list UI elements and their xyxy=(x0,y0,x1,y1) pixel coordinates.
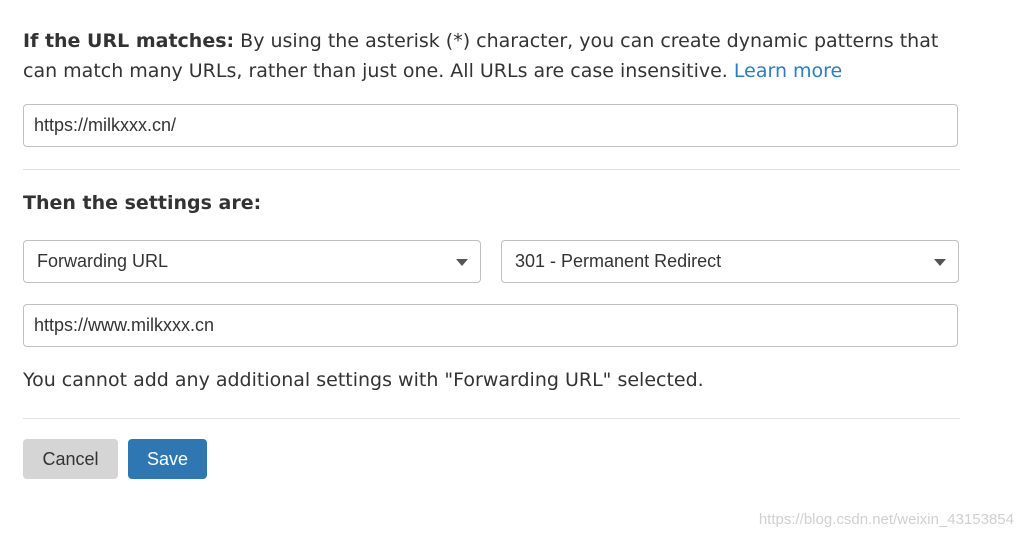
url-pattern-input[interactable]: https://milkxxx.cn/ xyxy=(23,104,958,147)
setting-type-select[interactable]: Forwarding URL xyxy=(23,240,481,283)
setting-type-value: Forwarding URL xyxy=(37,251,169,271)
settings-title: Then the settings are: xyxy=(23,192,262,214)
forwarding-note: You cannot add any additional settings w… xyxy=(23,369,704,391)
status-code-value: 301 - Permanent Redirect xyxy=(515,251,722,271)
divider-top xyxy=(23,169,960,170)
page-rule-form: If the URL matches: By using the asteris… xyxy=(0,0,1022,538)
destination-url-input[interactable]: https://www.milkxxx.cn xyxy=(23,304,958,347)
url-match-label: If the URL matches: xyxy=(23,30,235,52)
learn-more-link[interactable]: Learn more xyxy=(734,60,842,82)
divider-bottom xyxy=(23,418,960,419)
watermark-text: https://blog.csdn.net/weixin_43153854 xyxy=(758,511,1014,528)
status-code-select[interactable]: 301 - Permanent Redirect xyxy=(501,240,959,283)
cancel-button[interactable]: Cancel xyxy=(23,439,118,479)
url-match-description: If the URL matches: By using the asteris… xyxy=(23,26,963,86)
caret-down-icon xyxy=(934,259,946,266)
save-button[interactable]: Save xyxy=(128,439,207,479)
caret-down-icon xyxy=(456,259,468,266)
